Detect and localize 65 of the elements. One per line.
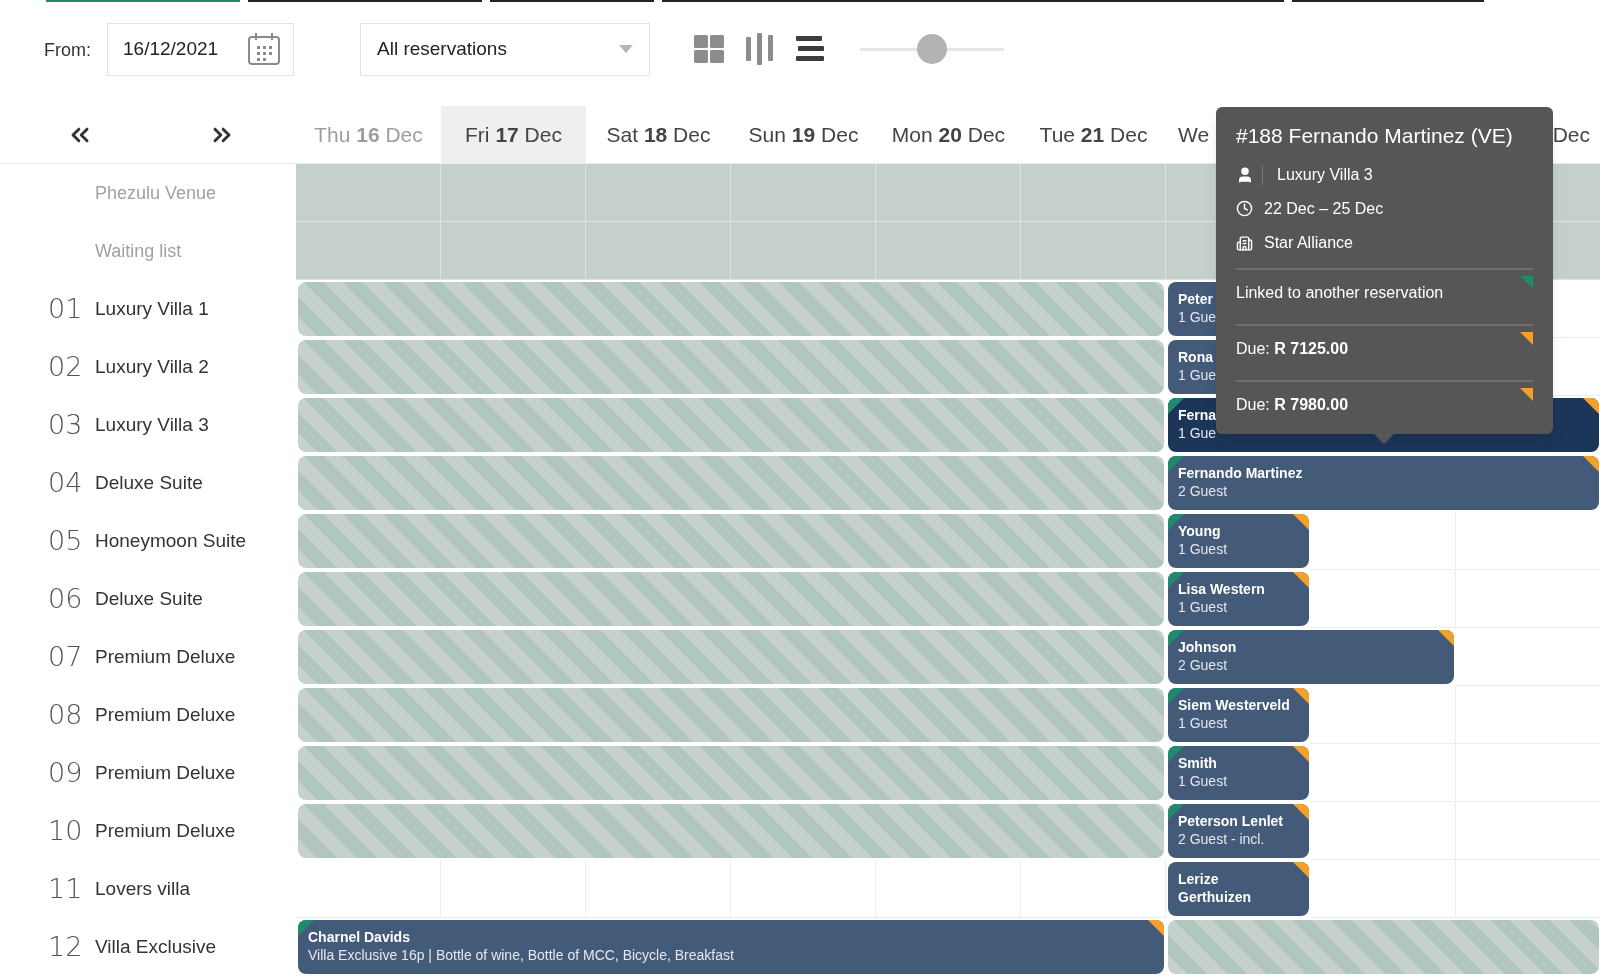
room-number: 01 [48, 291, 84, 326]
guest-name: Lerize Gerthuizen [1178, 870, 1253, 906]
guest-detail: 2 Guest [1178, 656, 1228, 674]
room-name: Premium Deluxe [95, 818, 236, 843]
room-number: 07 [48, 639, 84, 674]
day-header: We [1178, 121, 1210, 148]
day-header: Sun 19 Dec [747, 121, 860, 148]
date-range: 22 Dec – 25 Dec [1264, 198, 1384, 219]
guest-detail: 1 Guest [1178, 714, 1228, 732]
room-text: Luxury Villa 3 [1277, 165, 1373, 185]
group-label: Waiting list [95, 239, 182, 263]
room-name: Luxury Villa 1 [95, 296, 209, 321]
day-header: Sat 18 Dec [605, 121, 712, 148]
guest-name: Ferna [1178, 406, 1217, 424]
guest-detail: 1 Gue [1178, 424, 1217, 442]
day-header: Mon 20 Dec [890, 121, 1007, 148]
room-number: 10 [48, 813, 84, 848]
room-number: 12 [48, 929, 84, 964]
room-name: Premium Deluxe [95, 702, 236, 727]
company-text: Star Alliance [1264, 233, 1353, 253]
guest-detail: 2 Guest - incl. [1178, 830, 1265, 848]
group-label: Phezulu Venue [95, 181, 217, 205]
room-name: Luxury Villa 3 [95, 412, 209, 437]
guest-detail: 1 Gue [1178, 308, 1217, 326]
guest-detail: 1 Gue [1178, 366, 1217, 384]
tooltip-note: Linked to another reservation [1236, 283, 1444, 303]
tooltip-note: Due: R 7980.00 [1236, 395, 1349, 415]
day-header: Thu 16 Dec [313, 121, 424, 148]
room-name: Lovers villa [95, 876, 191, 901]
tooltip-title: #188 Fernando Martinez (VE) [1236, 123, 1514, 149]
room-number: 06 [48, 581, 84, 616]
guest-detail: 2 Guest [1178, 482, 1228, 500]
room-number: 09 [48, 755, 84, 790]
room-number: 04 [48, 465, 84, 500]
guest-name: Peter [1178, 290, 1214, 308]
guest-name: Fernando Martinez [1178, 464, 1303, 482]
room-name: Luxury Villa 2 [95, 354, 209, 379]
room-number: 02 [48, 349, 84, 384]
room-name: Deluxe Suite [95, 586, 203, 611]
room-number: 08 [48, 697, 84, 732]
guest-detail: 1 Guest [1178, 540, 1228, 558]
guest-detail: 1 Guest [1178, 772, 1228, 790]
room-number: 11 [48, 871, 84, 906]
guest-detail: Villa Exclusive 16p | Bottle of wine, Bottle of MCC, Bicycle, Breakfast [308, 946, 734, 964]
guest-name: Young [1178, 522, 1221, 540]
room-name: Premium Deluxe [95, 644, 236, 669]
guest-name: Lisa Western [1178, 580, 1265, 598]
day-header: Tue 21 Dec [1038, 121, 1149, 148]
guest-name: Charnel Davids [308, 928, 410, 946]
guest-name: Johnson [1178, 638, 1237, 656]
room-number: 05 [48, 523, 84, 558]
day-header: Dec [1552, 121, 1590, 148]
room-name: Deluxe Suite [95, 470, 203, 495]
room-name: Premium Deluxe [95, 760, 236, 785]
guest-name: Smith [1178, 754, 1217, 772]
from-label: From: [44, 39, 91, 62]
day-header: Fri 17 Dec [441, 106, 586, 163]
guest-detail: 1 Guest [1178, 598, 1228, 616]
room-number: 03 [48, 407, 84, 442]
room-name: Honeymoon Suite [95, 528, 247, 553]
guest-name: Peterson Lenlet [1178, 812, 1284, 830]
room-name: Villa Exclusive [95, 934, 217, 959]
tooltip-note: Due: R 7125.00 [1236, 339, 1349, 359]
guest-name: Rona [1178, 348, 1213, 366]
guest-name: Siem Westerveld [1178, 696, 1290, 714]
